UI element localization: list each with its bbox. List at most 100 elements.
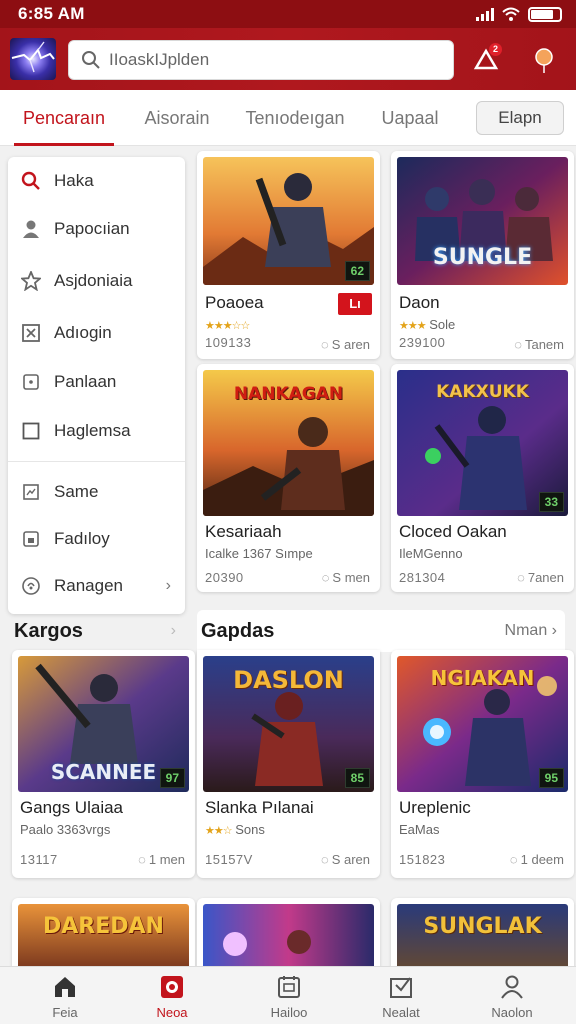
tab-tenıodeıgan[interactable]: Tenıodeıgan bbox=[240, 90, 350, 146]
thumbnail-text: NGIAKAN bbox=[430, 666, 535, 690]
thumbnail-text: NANKAGAN bbox=[233, 384, 344, 404]
comment-icon: ◌ bbox=[320, 852, 329, 867]
tab-aisorain[interactable]: Aisorain bbox=[132, 90, 222, 146]
nav-item-neoa[interactable]: Neoa bbox=[122, 967, 222, 1024]
card-count: 281304 bbox=[399, 570, 446, 585]
nav-label: Neoa bbox=[156, 1005, 188, 1020]
card-count: 15157V bbox=[205, 852, 253, 867]
menu-item-haglemsa[interactable]: Haglemsa bbox=[8, 407, 185, 455]
battery-icon bbox=[528, 6, 562, 22]
menu-label: Adıogin bbox=[54, 323, 112, 342]
tab-bar: Pencaraın Aisorain Tenıodeıgan Uapaal El… bbox=[0, 90, 576, 146]
card-title: Gangs Ulaiaa bbox=[20, 798, 124, 817]
comment-icon: ◌ bbox=[321, 570, 330, 585]
nav-label: Naolon bbox=[491, 1005, 533, 1020]
bookmark-icon bbox=[20, 528, 42, 550]
thumbnail-text: DASLON bbox=[233, 666, 344, 694]
square-dot-icon bbox=[20, 371, 42, 393]
nav-label: Hailoo bbox=[270, 1005, 308, 1020]
card-subtitle-text: Sole bbox=[429, 317, 456, 332]
balloon-icon bbox=[535, 48, 553, 73]
menu-label: Papocıian bbox=[54, 219, 130, 238]
badge: Lı bbox=[338, 293, 372, 315]
menu-divider bbox=[8, 461, 185, 462]
see-more-link[interactable]: Nman › bbox=[505, 622, 557, 640]
search-box[interactable] bbox=[68, 40, 454, 80]
calendar-icon bbox=[278, 976, 300, 998]
card-title: Daon bbox=[399, 293, 440, 312]
card-meta-text: S aren bbox=[331, 852, 370, 867]
see-more-label: Nman bbox=[504, 622, 548, 639]
game-card[interactable]: DASLON 85 Slanka Pılanai ★★☆ Sons 15157V… bbox=[197, 650, 380, 878]
side-menu: Haka Papocıian Asjdoniaia Adıogin Panlaa… bbox=[8, 157, 185, 614]
search-input[interactable] bbox=[109, 50, 429, 70]
card-meta-text: S men bbox=[332, 570, 370, 585]
star-icon bbox=[20, 270, 42, 292]
thumbnail-text: DAREDAN bbox=[43, 914, 164, 939]
notifications-button[interactable]: 2 bbox=[468, 42, 504, 78]
menu-item-papocian[interactable]: Papocıian bbox=[8, 205, 185, 253]
app-logo[interactable] bbox=[10, 38, 56, 80]
card-count: 20390 bbox=[205, 570, 244, 585]
menu-label: Haglemsa bbox=[54, 421, 131, 440]
nav-label: Feia bbox=[52, 1005, 78, 1020]
comment-icon: ◌ bbox=[514, 337, 522, 352]
bottom-nav: Feia Neoa Hailoo Nealat Naolon bbox=[0, 966, 576, 1024]
nav-item-naolon[interactable]: Naolon bbox=[462, 967, 562, 1024]
game-card[interactable]: SUNGLE Daon ★★★ Sole 239100 ◌ Tanem bbox=[391, 151, 574, 359]
compass-icon bbox=[20, 575, 42, 597]
section-header-left: Kargos › bbox=[14, 612, 184, 650]
balloon-button[interactable] bbox=[526, 42, 562, 78]
card-count: 109133 bbox=[205, 335, 252, 350]
card-title: Ureplenic bbox=[399, 798, 471, 817]
menu-item-fadıloy[interactable]: Fadıloy bbox=[8, 515, 185, 563]
game-card[interactable]: NANKAGAN Kesariaah Icalke 1367 Sımpe 203… bbox=[197, 364, 380, 592]
nav-label: Nealat bbox=[382, 1005, 420, 1020]
card-meta: ◌ 1 deem bbox=[510, 852, 564, 867]
game-card[interactable]: 62 Poaoea Lı ★★★☆☆ 109133 ◌ S aren bbox=[197, 151, 380, 359]
tab-uapaal[interactable]: Uapaal bbox=[370, 90, 450, 146]
status-bar: 6:85 AM bbox=[0, 0, 576, 28]
game-thumbnail: SCANNEE 97 bbox=[18, 656, 189, 792]
menu-item-adıogin[interactable]: Adıogin bbox=[8, 309, 185, 357]
notification-badge: 2 bbox=[489, 43, 502, 56]
menu-item-asjdoniaia[interactable]: Asjdoniaia bbox=[8, 257, 185, 305]
card-subtitle-text: Sons bbox=[235, 822, 265, 837]
menu-item-ranagen[interactable]: Ranagen › bbox=[8, 562, 185, 610]
score-badge: 62 bbox=[344, 261, 370, 281]
menu-item-haka[interactable]: Haka bbox=[8, 157, 185, 205]
menu-item-panlaan[interactable]: Panlaan bbox=[8, 358, 185, 406]
home-icon bbox=[55, 977, 75, 997]
comment-icon: ◌ bbox=[517, 570, 525, 585]
nav-item-hailoo[interactable]: Hailoo bbox=[239, 967, 339, 1024]
score-badge: 97 bbox=[159, 768, 185, 788]
card-title: Poaoea bbox=[205, 293, 264, 312]
card-subtitle: EaMas bbox=[399, 822, 440, 837]
nav-item-nealat[interactable]: Nealat bbox=[351, 967, 451, 1024]
tab-action-button[interactable]: Elapn bbox=[476, 101, 564, 135]
score-badge: 33 bbox=[538, 492, 564, 512]
tab-pencaraan[interactable]: Pencaraın bbox=[14, 90, 114, 146]
card-meta-text: Tanem bbox=[524, 337, 564, 352]
chevron-right-icon: › bbox=[165, 577, 171, 594]
game-card[interactable]: KAKXUKK 33 Cloced Oakan IleMGenno 281304… bbox=[391, 364, 574, 592]
card-title: Cloced Oakan bbox=[399, 522, 507, 541]
game-thumbnail: KAKXUKK 33 bbox=[397, 370, 568, 516]
menu-label: Haka bbox=[54, 171, 94, 190]
media-icon bbox=[161, 976, 183, 998]
chevron-right-icon[interactable]: › bbox=[171, 622, 176, 640]
nav-item-feia[interactable]: Feia bbox=[15, 967, 115, 1024]
game-thumbnail: NANKAGAN bbox=[203, 370, 374, 516]
puzzle-icon bbox=[20, 322, 42, 344]
game-card[interactable]: SCANNEE 97 Gangs Ulaiaa Paalo 3363vrgs 1… bbox=[12, 650, 195, 878]
comment-icon: ◌ bbox=[320, 337, 329, 352]
game-card[interactable]: NGIAKAN 95 Ureplenic EaMas 151823 ◌ 1 dee… bbox=[391, 650, 574, 878]
profile-icon bbox=[501, 975, 523, 999]
menu-item-same[interactable]: Same bbox=[8, 468, 185, 516]
rating-stars: ★★☆ bbox=[205, 825, 233, 837]
signal-icon bbox=[476, 7, 494, 21]
card-meta: ◌ Tanem bbox=[514, 337, 564, 352]
card-subtitle: Icalke 1367 Sımpe bbox=[205, 546, 313, 561]
card-subtitle: Paalo 3363vrgs bbox=[20, 822, 111, 837]
menu-label: Panlaan bbox=[54, 372, 117, 391]
